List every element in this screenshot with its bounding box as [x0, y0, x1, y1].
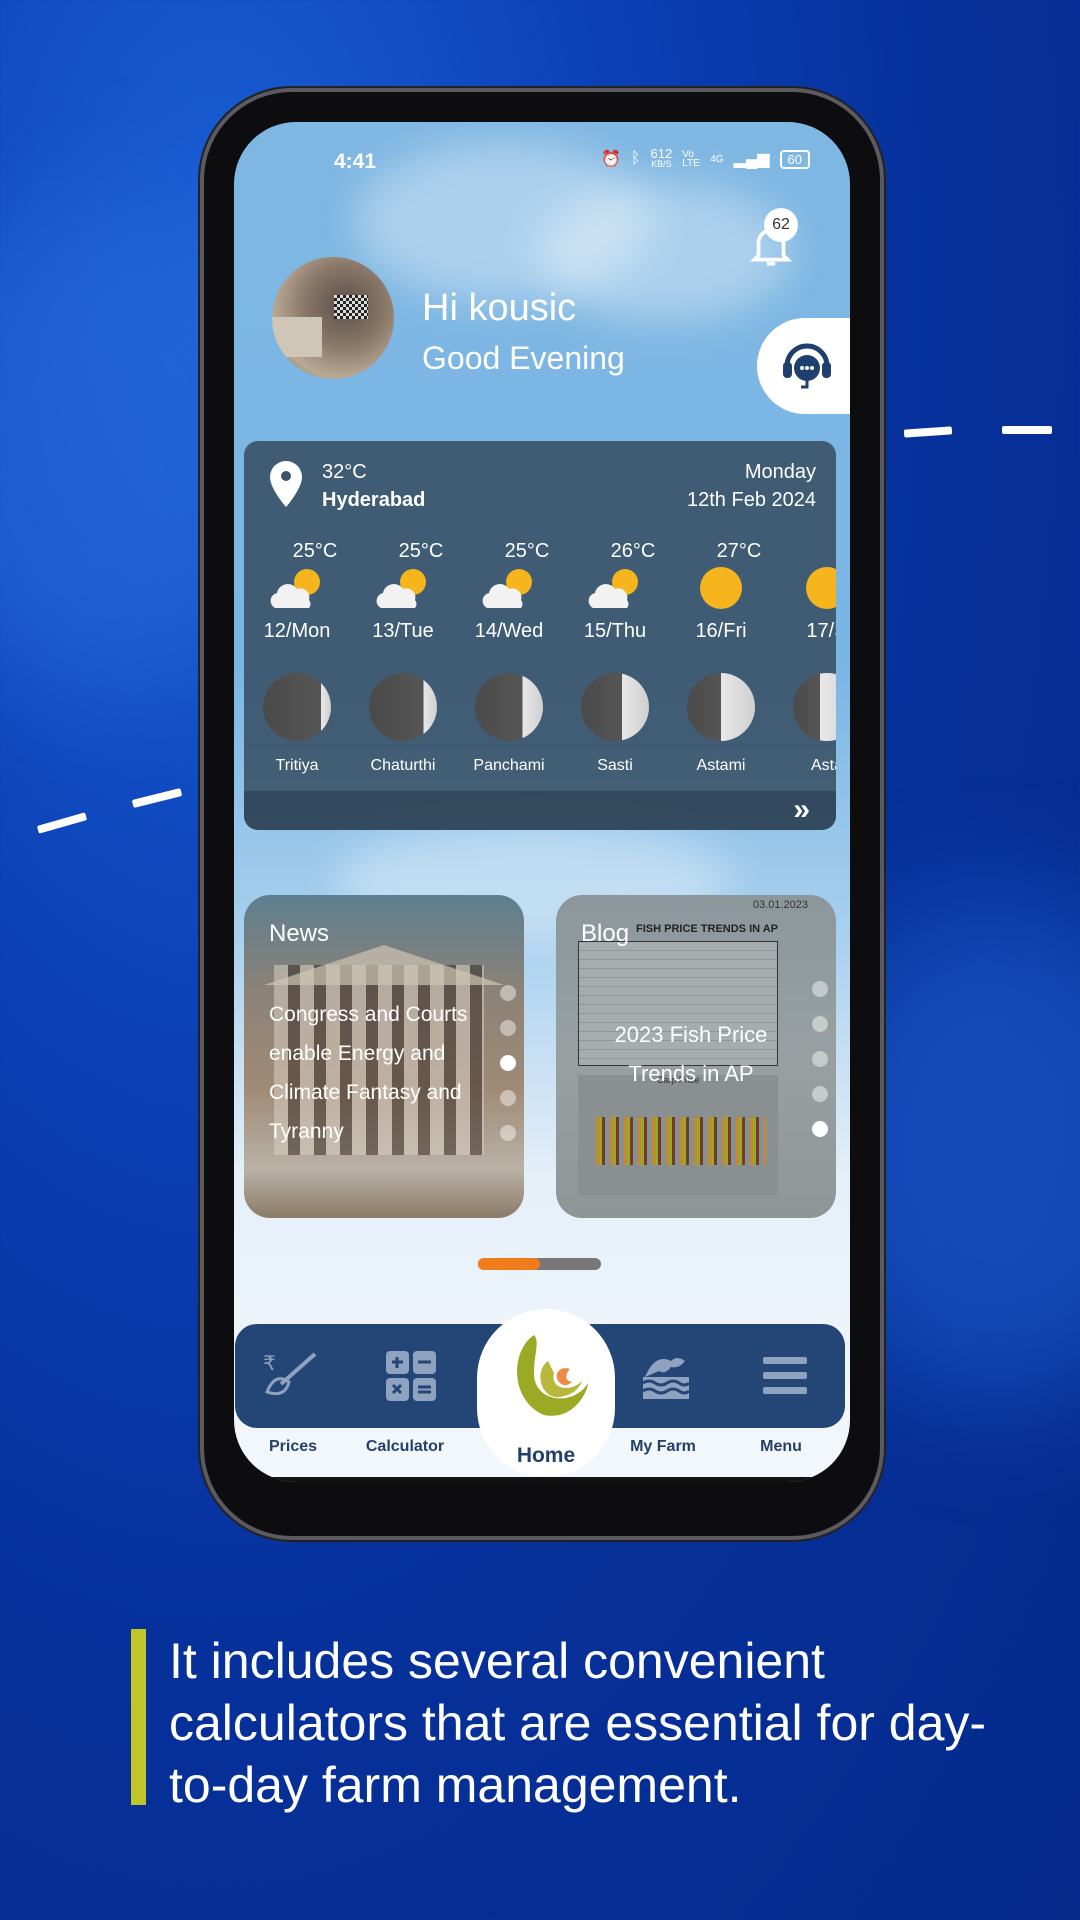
page-dot[interactable] [812, 981, 828, 997]
news-label: News [269, 920, 330, 947]
nav-menu[interactable] [730, 1324, 840, 1428]
support-button[interactable] [757, 318, 850, 414]
forecast-temp: 25°C [398, 540, 444, 562]
moon-phase-icon [793, 673, 836, 741]
tithi-name: Tritiya [275, 757, 319, 774]
bluetooth-icon: ᛒ [630, 150, 641, 167]
screen-bottom-edge [234, 1477, 850, 1482]
page-dot[interactable] [500, 985, 516, 1001]
tithi-name: Astami [696, 757, 746, 774]
network-speed: 612 [650, 146, 673, 161]
volte-label: Vo LTE [682, 149, 700, 169]
nav-my-farm[interactable] [612, 1324, 722, 1428]
network-type: 4G [710, 153, 724, 165]
double-chevron-right-icon[interactable]: » [793, 793, 810, 827]
caption-accent-bar [131, 1629, 146, 1805]
nav-prices[interactable]: ₹ [234, 1324, 344, 1428]
rupee-fishing-net-icon: ₹ [263, 1351, 317, 1396]
news-pagination [500, 985, 516, 1141]
page-dot[interactable] [500, 1090, 516, 1106]
nav-my-farm-label: My Farm [630, 1438, 696, 1455]
partly-cloudy-icon [270, 569, 320, 608]
moon-phase-icon [581, 673, 649, 741]
page-dot-active[interactable] [812, 1121, 828, 1137]
page-dot[interactable] [500, 1020, 516, 1036]
decor-dash [1002, 426, 1052, 434]
weekday: Monday [744, 461, 816, 483]
greeting-name: Hi kousic [422, 287, 577, 329]
forecast-temp: 27°C [716, 540, 762, 562]
page-dot[interactable] [812, 1016, 828, 1032]
forecast-day: 16/Fri [695, 620, 747, 642]
network-speed-indicator: 612 KB/S [650, 146, 673, 170]
carousel-progress-fill [478, 1258, 540, 1270]
news-headline: Congress and Courts enable Energy and Cl… [269, 1003, 468, 1143]
current-temperature: 32°C [322, 461, 367, 483]
forecast-temp: 26°C [610, 540, 656, 562]
sun-icon [806, 567, 836, 609]
decor-dash [131, 788, 183, 808]
weather-footer: » [244, 791, 836, 830]
partly-cloudy-icon [376, 569, 426, 608]
partly-cloudy-icon [588, 569, 638, 608]
hamburger-menu-icon [763, 1357, 807, 1394]
tithi-name: Asta [810, 757, 836, 774]
status-time: 4:41 [334, 150, 377, 173]
alarm-icon: ⏰ [601, 151, 621, 168]
page-dot[interactable] [812, 1086, 828, 1102]
signal-icon: ▂▄▆ [733, 151, 770, 168]
promo-caption: It includes several convenient calculato… [169, 1633, 987, 1813]
app-screen: 4:41 ⏰ ᛒ 612 KB/S Vo LTE 4G ▂▄▆ 60 62 Hi… [234, 122, 850, 1482]
page-dot-active[interactable] [500, 1055, 516, 1071]
avatar[interactable] [272, 257, 394, 379]
forecast-day: 17/S [806, 620, 836, 642]
nav-calculator[interactable] [356, 1324, 466, 1428]
nav-calculator-label: Calculator [365, 1438, 445, 1455]
calculator-icon [386, 1351, 436, 1401]
forecast-day: 14/Wed [474, 620, 544, 642]
decor-dash [903, 426, 953, 438]
tithi-name: Chaturthi [370, 757, 436, 774]
moon-phase-icon [369, 673, 437, 741]
svg-text:₹: ₹ [263, 1351, 276, 1375]
forecast-day: 15/Thu [583, 620, 647, 642]
moon-phase-icon [687, 673, 755, 741]
sun-icon [700, 567, 742, 609]
date: 12th Feb 2024 [687, 489, 816, 511]
headset-chat-icon [783, 343, 831, 389]
moon-phase-icon [475, 673, 543, 741]
carousel-progress [478, 1258, 601, 1270]
app-logo-icon [517, 1335, 588, 1416]
forecast-day: 13/Tue [372, 620, 434, 642]
nav-home-label: Home [516, 1444, 576, 1467]
blog-label: Blog [581, 920, 630, 947]
network-speed-unit: KB/S [651, 159, 672, 169]
nav-menu-label: Menu [760, 1438, 802, 1455]
forecast-day: 12/Mon [263, 620, 331, 642]
battery-indicator: 60 [779, 149, 810, 169]
status-icons: ⏰ ᛒ 612 KB/S Vo LTE 4G ▂▄▆ 60 [601, 146, 810, 170]
page-dot[interactable] [812, 1051, 828, 1067]
blog-image-heading: FISH PRICE TRENDS IN AP [636, 923, 778, 935]
location-pin-icon [270, 461, 302, 507]
greeting-time: Good Evening [422, 340, 625, 376]
moon-phase-icon [263, 673, 331, 741]
nav-prices-label: Prices [268, 1438, 318, 1455]
blog-image-date: 03.01.2023 [752, 899, 808, 911]
tithi-name: Panchami [473, 757, 545, 774]
partly-cloudy-icon [482, 569, 532, 608]
notification-badge: 62 [764, 208, 798, 242]
page-dot[interactable] [500, 1125, 516, 1141]
decor-dash [36, 812, 88, 834]
fish-farm-icon [642, 1358, 691, 1399]
blog-headline: 2023 Fish Price Trends in AP [614, 1022, 768, 1086]
tithi-name: Sasti [597, 757, 633, 774]
blog-card[interactable]: 03.01.2023 FISH PRICE TRENDS IN AP Carp … [556, 895, 836, 1218]
blog-pagination [812, 981, 828, 1137]
forecast-temp: 25°C [504, 540, 550, 562]
weather-card[interactable]: 32°C Hyderabad Monday 12th Feb 2024 25°C… [244, 441, 836, 830]
city-name: Hyderabad [322, 489, 426, 511]
news-card[interactable]: News Congress and Courts enable Energy a… [244, 895, 524, 1218]
forecast-temp: 25°C [292, 540, 338, 562]
